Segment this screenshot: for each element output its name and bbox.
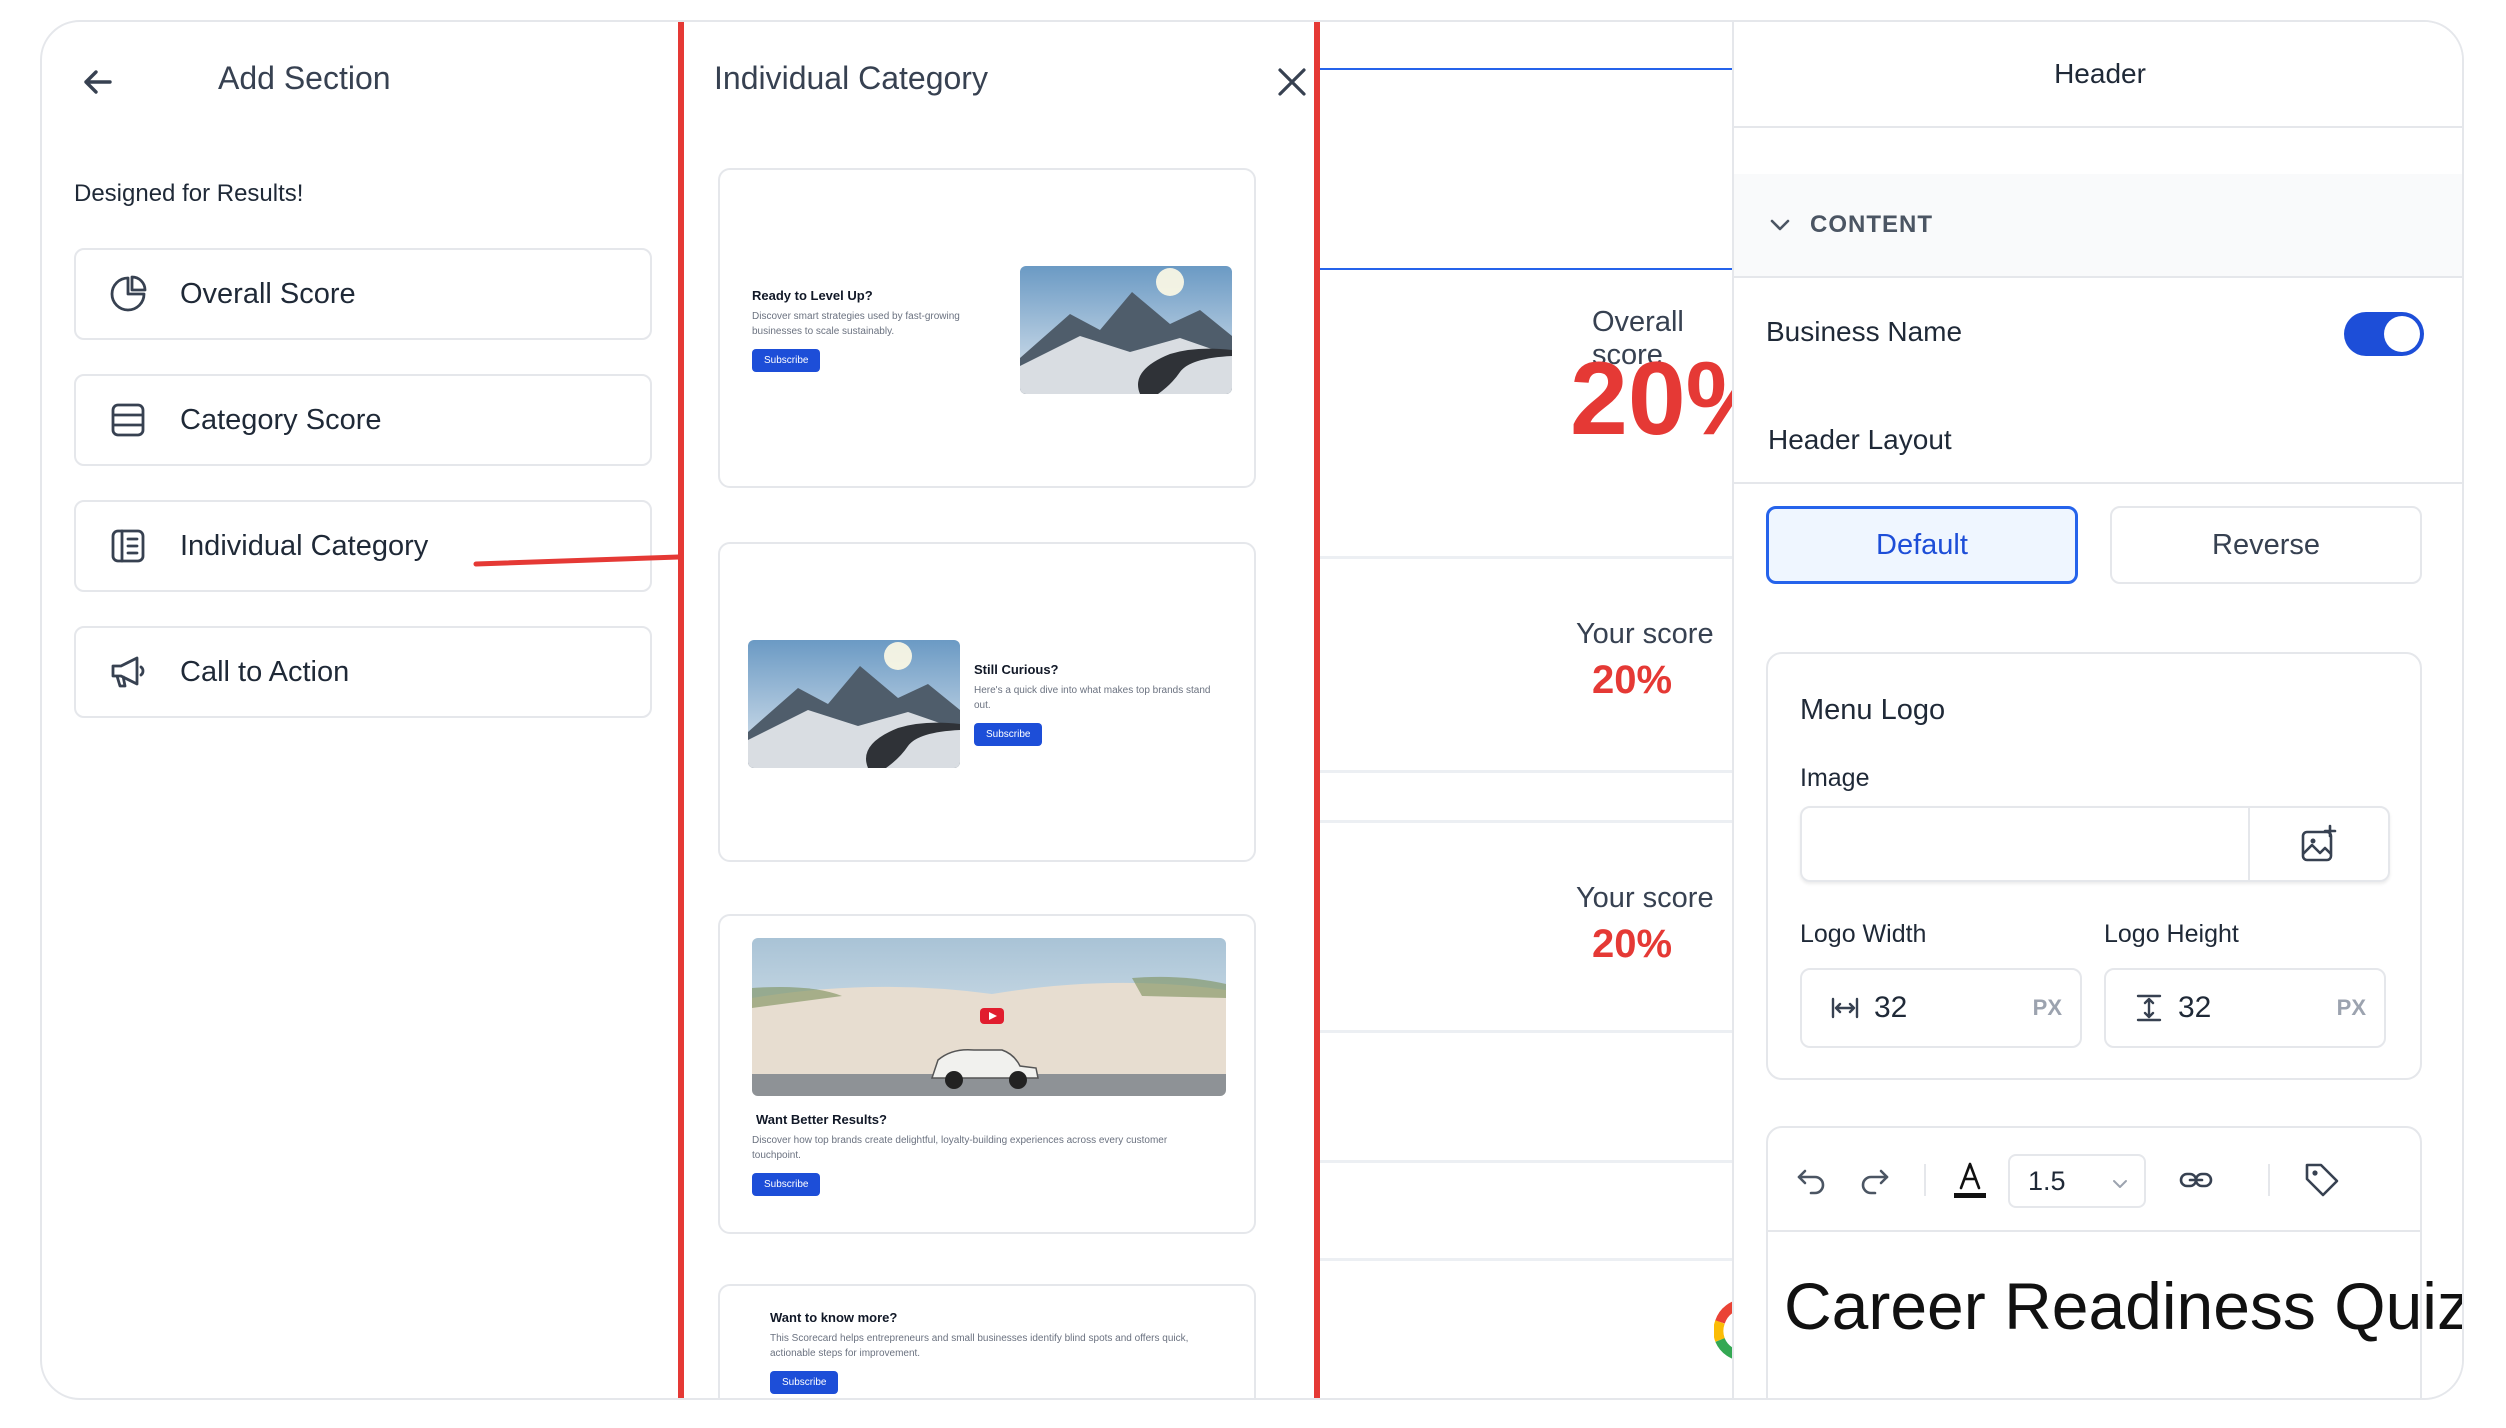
header-layout-label: Header Layout [1768,424,1952,455]
arrow-left-icon [84,70,112,94]
layout-reverse-button[interactable]: Reverse [2110,506,2422,584]
link-icon [2179,1172,2213,1188]
section-label: CONTENT [1810,211,1933,238]
back-button[interactable] [76,60,120,104]
image-input[interactable] [1800,806,2390,882]
text-color-button[interactable] [1948,1158,1992,1202]
content-section-toggle[interactable]: CONTENT [1734,174,2462,278]
panel-subtitle: Designed for Results! [74,180,304,207]
business-name-label: Business Name [1766,316,1963,347]
unit-label: PX [2032,995,2062,1020]
text-color-icon [1954,1162,1986,1198]
preview-divider [1320,1160,1732,1163]
preview-divider [1320,1258,1732,1261]
template-text: Here's a quick dive into what makes top … [974,685,1211,711]
menu-logo-card: Menu Logo Image Logo Width Logo Height 3… [1766,652,2422,1080]
megaphone-icon [106,650,150,694]
rich-text-editor: 1.5 Career Readiness Quiz [1766,1126,2462,1398]
preview-divider [1320,770,1732,773]
template-text: Discover smart strategies used by fast-g… [752,311,960,337]
template-card-2[interactable]: Still Curious? Here's a quick dive into … [718,542,1256,862]
height-arrows-icon [2136,994,2162,1022]
logo-height-value: 32 [2178,991,2212,1024]
panel-header: Header [1734,22,2462,128]
mountain-image [1020,266,1232,394]
individual-category-modal: Individual Category Ready to Level Up? D… [678,22,1320,1398]
template-subscribe-button: Subscribe [974,723,1043,746]
option-label: Category Score [180,403,382,436]
logo-width-value: 32 [1874,991,1908,1024]
tag-button[interactable] [2300,1158,2344,1202]
rows-icon [106,398,150,442]
business-name-toggle[interactable] [2344,312,2424,356]
tag-icon [2305,1163,2339,1197]
template-subscribe-button: Subscribe [752,1173,821,1196]
editor-content[interactable]: Career Readiness Quiz [1784,1268,2462,1344]
toolbar-separator [2268,1164,2270,1196]
score-label: Your score [1576,882,1714,914]
template-card-4[interactable]: Want to know more? This Scorecard helps … [718,1284,1256,1398]
score-label: Your score [1576,618,1714,650]
preview-divider [1320,556,1732,559]
option-call-to-action[interactable]: Call to Action [74,626,652,718]
add-image-icon [2301,824,2337,862]
template-text: Discover how top brands create delightfu… [752,1135,1168,1161]
toggle-knob [2384,316,2420,352]
template-card-3[interactable]: Want Better Results? Discover how top br… [718,914,1256,1234]
layout-default-button[interactable]: Default [1766,506,2078,584]
close-button[interactable] [1274,64,1310,100]
close-icon [1278,68,1306,96]
option-label: Call to Action [180,655,350,688]
preview-divider [1320,268,1732,270]
pie-chart-icon [106,272,150,316]
option-overall-score[interactable]: Overall Score [74,248,652,340]
editor-toolbar: 1.5 [1768,1128,2420,1232]
line-height-value: 1.5 [2028,1165,2066,1196]
score-value: 20% [1592,922,1673,966]
image-label: Image [1800,764,1870,792]
menu-logo-title: Menu Logo [1800,694,1946,726]
results-preview: Overall score 20% Your score 20% Your sc… [1320,22,1778,1398]
template-heading: Want Better Results? [756,1112,887,1127]
divider [1734,482,2462,484]
toolbar-separator [1924,1164,1926,1196]
template-subscribe-button: Subscribe [752,349,821,372]
line-height-select[interactable]: 1.5 [2008,1154,2146,1208]
template-heading: Want to know more? [770,1310,898,1325]
link-button[interactable] [2174,1158,2218,1202]
preview-divider [1320,68,1732,70]
logo-width-input[interactable]: 32 PX [1800,968,2082,1048]
template-heading: Still Curious? [974,662,1059,677]
chevron-down-icon [1770,219,1790,231]
score-value: 20% [1592,658,1673,702]
panel-title: Add Section [218,60,391,96]
template-subscribe-button: Subscribe [770,1371,839,1394]
logo-height-label: Logo Height [2104,920,2239,948]
add-section-panel: Add Section Designed for Results! Overal… [42,22,738,1398]
logo-width-label: Logo Width [1800,920,1927,948]
upload-image-button[interactable] [2248,808,2388,880]
logo-height-input[interactable]: 32 PX [2104,968,2386,1048]
template-heading: Ready to Level Up? [752,288,873,303]
preview-divider [1320,820,1732,823]
app-window: Add Section Designed for Results! Overal… [40,20,2464,1400]
template-card-1[interactable]: Ready to Level Up? Discover smart strate… [718,168,1256,488]
undo-button[interactable] [1790,1158,1834,1202]
car-video-thumbnail [752,938,1226,1096]
redo-button[interactable] [1852,1158,1896,1202]
mountain-image [748,640,960,768]
properties-panel: Header CONTENT Business Name Header Layo… [1732,22,2462,1398]
chevron-down-icon [2113,1180,2127,1188]
width-arrows-icon [1831,997,1859,1019]
template-text: This Scorecard helps entrepreneurs and s… [770,1333,1189,1359]
option-category-score[interactable]: Category Score [74,374,652,466]
option-label: Individual Category [180,529,429,562]
modal-title: Individual Category [714,60,988,96]
list-panel-icon [106,524,150,568]
unit-label: PX [2336,995,2366,1020]
redo-icon [1861,1169,1889,1195]
preview-divider [1320,1030,1732,1033]
option-label: Overall Score [180,277,356,310]
undo-icon [1797,1169,1825,1195]
